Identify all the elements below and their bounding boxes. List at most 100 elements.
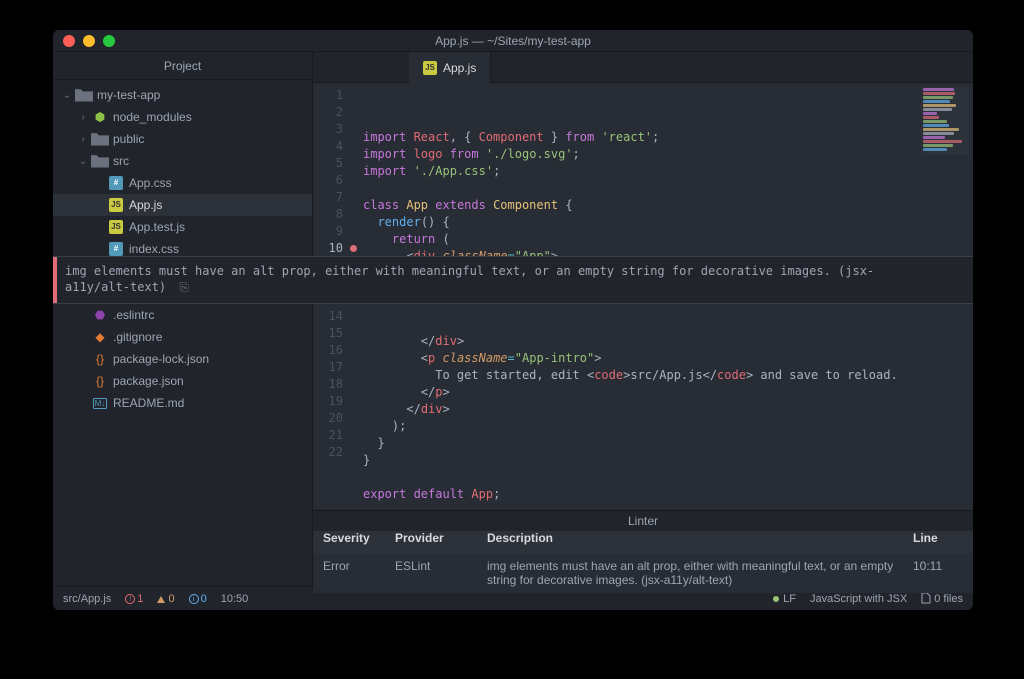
code-line[interactable]: <p className="App-intro"> bbox=[359, 350, 973, 367]
line-number[interactable]: 21 bbox=[313, 427, 359, 444]
tree-item[interactable]: ⬣.eslintrc bbox=[53, 304, 312, 326]
project-sidebar: Project ⌄my-test-app›⬢node_modules›publi… bbox=[53, 52, 313, 586]
tree-item-label: package-lock.json bbox=[113, 352, 209, 366]
tree-item[interactable]: JS App.js bbox=[53, 194, 312, 216]
tree-item-label: src bbox=[113, 154, 129, 168]
tab-app-js[interactable]: JS App.js bbox=[409, 52, 491, 83]
line-number[interactable]: 8 bbox=[313, 206, 359, 223]
line-number[interactable]: 3 bbox=[313, 121, 359, 138]
tree-item[interactable]: #App.css bbox=[53, 172, 312, 194]
tree-item[interactable]: JS App.test.js bbox=[53, 216, 312, 238]
linter-col-description: Description bbox=[487, 531, 913, 553]
line-number[interactable]: 7 bbox=[313, 189, 359, 206]
git-clean-icon bbox=[773, 596, 779, 602]
status-line-ending[interactable]: LF bbox=[773, 593, 796, 605]
line-number[interactable]: 22 bbox=[313, 444, 359, 461]
js-icon: JS bbox=[107, 197, 125, 213]
line-number[interactable]: 2 bbox=[313, 104, 359, 121]
status-errors[interactable]: !1 bbox=[125, 593, 143, 605]
tree-item[interactable]: ◆.gitignore bbox=[53, 326, 312, 348]
tree-item[interactable]: {}package-lock.json bbox=[53, 348, 312, 370]
code-line[interactable]: </p> bbox=[359, 384, 973, 401]
minimize-window-button[interactable] bbox=[83, 35, 95, 47]
eslint-icon: ⬣ bbox=[91, 307, 109, 323]
code-line[interactable]: } bbox=[359, 435, 973, 452]
status-language[interactable]: JavaScript with JSX bbox=[810, 593, 907, 605]
code-line[interactable]: export default App; bbox=[359, 486, 973, 503]
chevron-down-icon[interactable]: ⌄ bbox=[75, 156, 91, 167]
status-warnings[interactable]: 0 bbox=[157, 593, 174, 605]
main-area: Project ⌄my-test-app›⬢node_modules›publi… bbox=[53, 52, 973, 586]
status-info[interactable]: i0 bbox=[189, 593, 207, 605]
error-marker-icon[interactable] bbox=[350, 245, 357, 252]
code-line[interactable] bbox=[359, 469, 973, 486]
code-line[interactable]: </div> bbox=[359, 333, 973, 350]
tree-item[interactable]: ⌄my-test-app bbox=[53, 84, 312, 106]
chevron-down-icon[interactable]: ⌄ bbox=[59, 90, 75, 101]
tree-item[interactable]: › public bbox=[53, 128, 312, 150]
code-line[interactable] bbox=[359, 180, 973, 197]
line-number[interactable]: 1 bbox=[313, 87, 359, 104]
line-number[interactable]: 18 bbox=[313, 376, 359, 393]
tree-item[interactable]: {}package.json bbox=[53, 370, 312, 392]
json-icon: {} bbox=[91, 373, 109, 389]
line-number[interactable]: 19 bbox=[313, 393, 359, 410]
chevron-right-icon[interactable]: › bbox=[75, 112, 91, 123]
code-line[interactable]: render() { bbox=[359, 214, 973, 231]
line-number[interactable]: 20 bbox=[313, 410, 359, 427]
line-number[interactable]: 15 bbox=[313, 325, 359, 342]
folder-icon bbox=[75, 87, 93, 103]
minimap[interactable] bbox=[921, 87, 969, 155]
tree-item[interactable]: M↓README.md bbox=[53, 392, 312, 414]
line-number[interactable]: 9 bbox=[313, 223, 359, 240]
line-number[interactable]: 16 bbox=[313, 342, 359, 359]
file-tree[interactable]: ⌄my-test-app›⬢node_modules›public⌄src#Ap… bbox=[53, 80, 312, 586]
tree-item-label: index.css bbox=[129, 242, 179, 256]
linter-col-line: Line bbox=[913, 531, 973, 553]
line-number[interactable]: 14 bbox=[313, 308, 359, 325]
editor-pane: JS App.js 123456789101112131415161718192… bbox=[313, 52, 973, 586]
linter-header-row: Severity Provider Description Line bbox=[313, 531, 973, 553]
window-title: App.js — ~/Sites/my-test-app bbox=[53, 34, 973, 48]
node-icon: ⬢ bbox=[91, 109, 109, 125]
line-number[interactable]: 6 bbox=[313, 172, 359, 189]
code-line[interactable]: import React, { Component } from 'react'… bbox=[359, 129, 973, 146]
tree-item[interactable]: ⌄ src bbox=[53, 150, 312, 172]
tree-item-label: public bbox=[113, 132, 144, 146]
code-line[interactable]: ); bbox=[359, 418, 973, 435]
tree-item-label: App.js bbox=[129, 198, 162, 212]
folder-icon bbox=[91, 131, 109, 147]
status-filepath[interactable]: src/App.js bbox=[63, 593, 111, 605]
code-line[interactable]: import logo from './logo.svg'; bbox=[359, 146, 973, 163]
close-window-button[interactable] bbox=[63, 35, 75, 47]
tree-item[interactable]: ›⬢node_modules bbox=[53, 106, 312, 128]
code-line[interactable]: To get started, edit <code>src/App.js</c… bbox=[359, 367, 973, 384]
tab-label: App.js bbox=[443, 61, 476, 75]
js-icon: JS bbox=[107, 219, 125, 235]
line-number[interactable]: 10 bbox=[313, 240, 359, 257]
project-panel-title: Project bbox=[53, 52, 312, 80]
code-line[interactable] bbox=[359, 316, 973, 333]
linter-cell-line: 10:11 bbox=[913, 559, 973, 573]
linter-panel-title: Linter bbox=[313, 511, 973, 531]
code-line[interactable]: </div> bbox=[359, 401, 973, 418]
line-number[interactable]: 5 bbox=[313, 155, 359, 172]
line-number[interactable]: 4 bbox=[313, 138, 359, 155]
tree-item-label: App.test.js bbox=[129, 220, 185, 234]
status-cursor-position[interactable]: 10:50 bbox=[221, 593, 249, 605]
code-line[interactable]: import './App.css'; bbox=[359, 163, 973, 180]
linter-panel: Linter Severity Provider Description Lin… bbox=[313, 510, 973, 586]
js-file-icon: JS bbox=[423, 61, 437, 75]
status-files[interactable]: 0 files bbox=[921, 592, 963, 605]
linter-row[interactable]: Error ESLint img elements must have an a… bbox=[313, 553, 973, 593]
code-line[interactable]: class App extends Component { bbox=[359, 197, 973, 214]
chevron-right-icon[interactable]: › bbox=[75, 134, 91, 145]
zoom-window-button[interactable] bbox=[103, 35, 115, 47]
code-line[interactable]: } bbox=[359, 452, 973, 469]
lint-tooltip-link-icon[interactable]: ⎘ bbox=[179, 280, 189, 294]
editor-window: App.js — ~/Sites/my-test-app Project ⌄my… bbox=[53, 30, 973, 610]
gitignore-icon: ◆ bbox=[91, 329, 109, 345]
line-number[interactable]: 17 bbox=[313, 359, 359, 376]
code-line[interactable]: return ( bbox=[359, 231, 973, 248]
linter-cell-provider: ESLint bbox=[395, 559, 487, 573]
